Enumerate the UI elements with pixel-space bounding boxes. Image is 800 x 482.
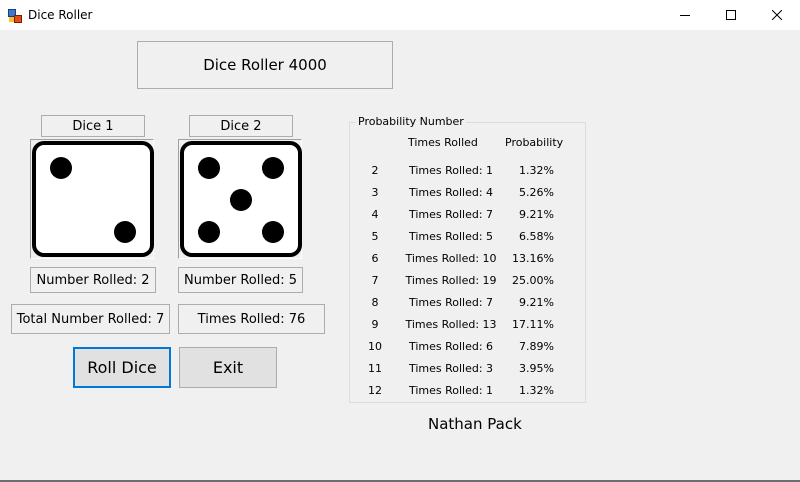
dice-2-image [178, 139, 302, 259]
probability-row-times: Times Rolled: 13 [405, 318, 497, 331]
probability-row-number: 2 [371, 164, 379, 177]
probability-row-number: 8 [371, 296, 379, 309]
probability-row-percent: 1.32% [519, 164, 554, 177]
probability-row-number: 10 [368, 340, 382, 353]
probability-row-times: Times Rolled: 1 [408, 384, 494, 397]
probability-row-times: Times Rolled: 19 [405, 274, 497, 287]
probability-row-number: 11 [368, 362, 382, 375]
roll-dice-button[interactable]: Roll Dice [73, 347, 171, 388]
dice-pip [230, 189, 252, 211]
dice-pip [50, 157, 72, 179]
column-header-times-rolled: Times Rolled [408, 136, 478, 149]
column-header-probability: Probability [505, 136, 564, 149]
dice-1-image [30, 139, 154, 259]
probability-row-times: Times Rolled: 10 [405, 252, 497, 265]
minimize-button[interactable] [662, 0, 708, 30]
probability-row-percent: 1.32% [519, 384, 554, 397]
probability-row-number: 6 [371, 252, 379, 265]
probability-row-percent: 25.00% [512, 274, 554, 287]
app-header-label: Dice Roller 4000 [137, 41, 393, 89]
probability-row-times: Times Rolled: 5 [408, 230, 494, 243]
probability-row-percent: 9.21% [519, 208, 554, 221]
maximize-button[interactable] [708, 0, 754, 30]
dice-pip [198, 157, 220, 179]
dice-pip [198, 221, 220, 243]
dice-1-number-rolled: Number Rolled: 2 [30, 267, 156, 293]
probability-row-number: 4 [371, 208, 379, 221]
app-icon [8, 8, 22, 23]
probability-row-number: 3 [371, 186, 379, 199]
window-title: Dice Roller [28, 8, 93, 22]
dice-pip [114, 221, 136, 243]
probability-row-percent: 17.11% [512, 318, 554, 331]
close-button[interactable] [754, 0, 800, 30]
probability-row-percent: 3.95% [519, 362, 554, 375]
probability-row-times: Times Rolled: 7 [408, 296, 494, 309]
probability-row-percent: 6.58% [519, 230, 554, 243]
probability-row-times: Times Rolled: 3 [408, 362, 494, 375]
probability-row-number: 5 [371, 230, 379, 243]
probability-row-percent: 5.26% [519, 186, 554, 199]
probability-row-number: 9 [371, 318, 379, 331]
probability-row-times: Times Rolled: 1 [408, 164, 494, 177]
dice-pip [262, 157, 284, 179]
dice-2-number-rolled: Number Rolled: 5 [178, 267, 303, 293]
dice-pip [262, 221, 284, 243]
minimize-icon [680, 15, 690, 16]
probability-row-percent: 7.89% [519, 340, 554, 353]
exit-button[interactable]: Exit [179, 347, 277, 388]
probability-row-times: Times Rolled: 4 [408, 186, 494, 199]
times-rolled: Times Rolled: 76 [178, 304, 325, 334]
probability-group-title: Probability Number [356, 115, 466, 129]
probability-row-number: 7 [371, 274, 379, 287]
author-label: Nathan Pack [428, 415, 522, 433]
title-bar: Dice Roller [0, 0, 800, 30]
probability-row-percent: 9.21% [519, 296, 554, 309]
dice-2-label: Dice 2 [189, 115, 293, 137]
close-icon [772, 10, 782, 20]
total-number-rolled: Total Number Rolled: 7 [11, 304, 170, 334]
probability-row-times: Times Rolled: 6 [408, 340, 494, 353]
maximize-icon [726, 10, 736, 20]
dice-1-label: Dice 1 [41, 115, 145, 137]
probability-row-number: 12 [368, 384, 382, 397]
probability-row-times: Times Rolled: 7 [408, 208, 494, 221]
probability-row-percent: 13.16% [512, 252, 554, 265]
